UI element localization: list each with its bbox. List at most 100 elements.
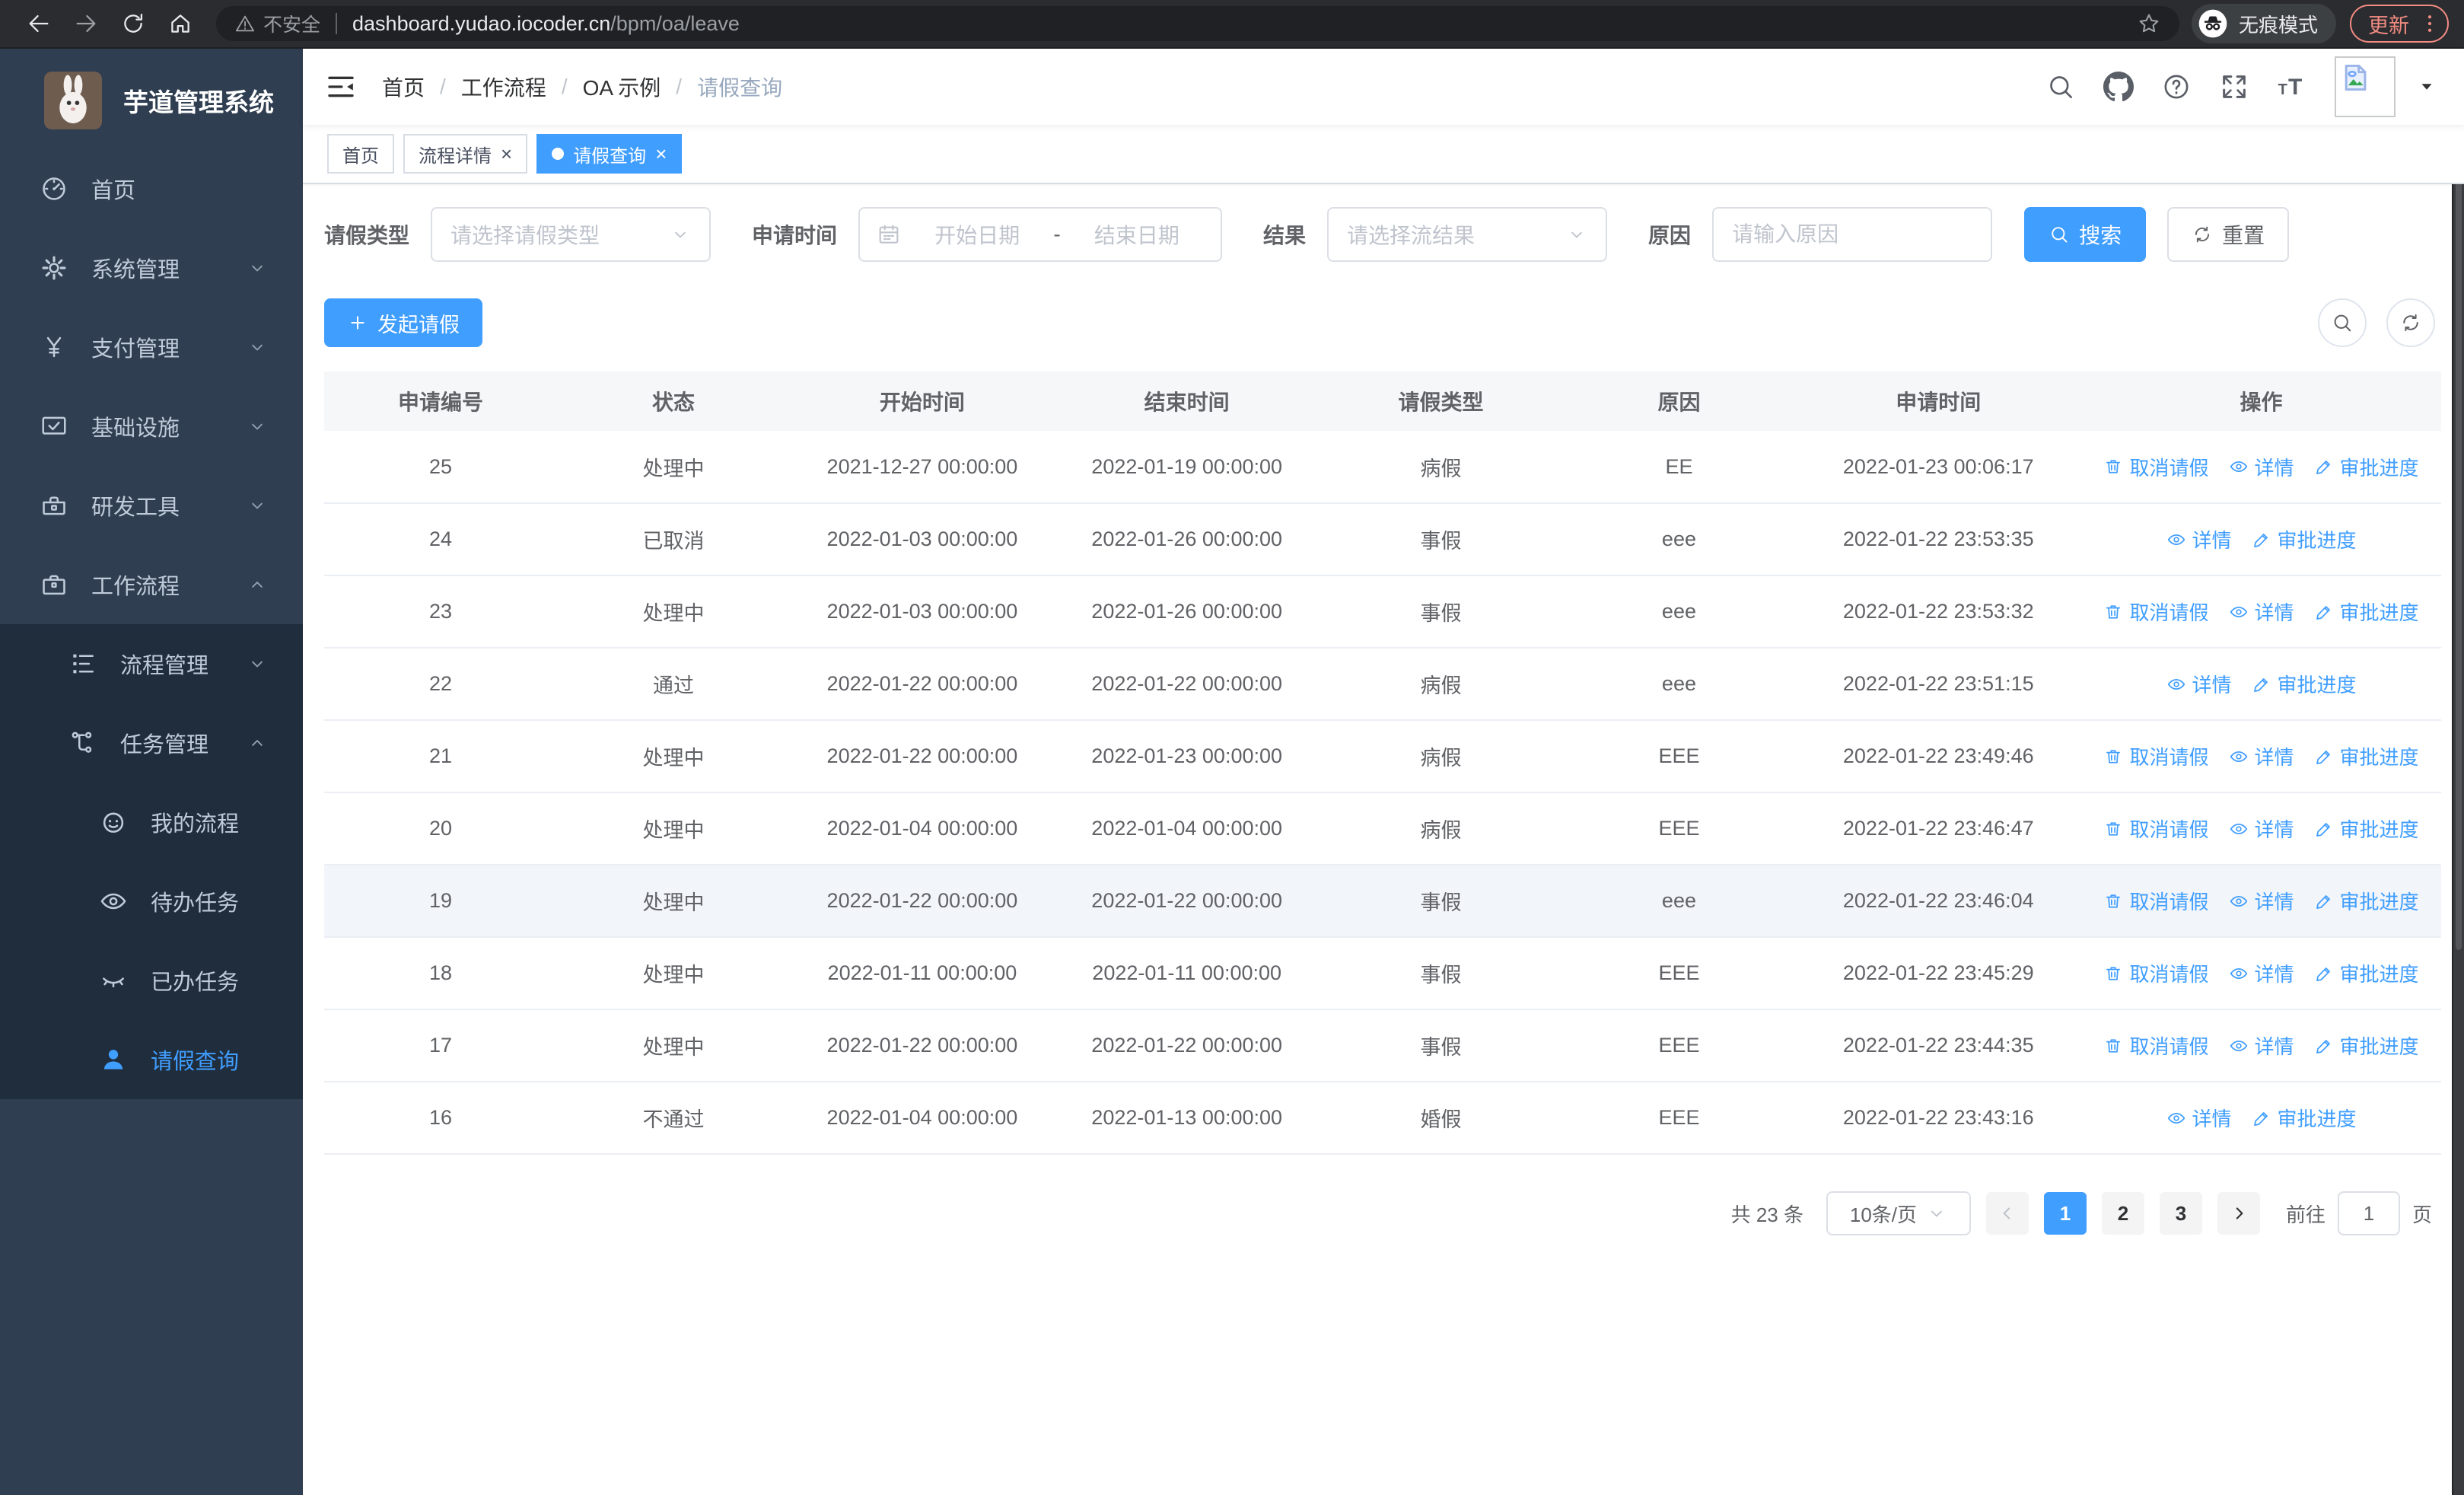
action-detail-link[interactable]: 详情 [2166, 1104, 2232, 1132]
browser-back-icon[interactable] [26, 11, 52, 37]
cell-reason: EEE [1562, 1082, 1796, 1155]
action-progress-link[interactable]: 审批进度 [2314, 742, 2419, 770]
cell-apply_time: 2022-01-22 23:44:35 [1795, 1009, 2082, 1082]
action-progress-link[interactable]: 审批进度 [2314, 1031, 2419, 1060]
action-progress-link[interactable]: 审批进度 [2252, 670, 2357, 698]
reason-input[interactable] [1712, 207, 1993, 262]
action-cancel-link[interactable]: 取消请假 [2103, 814, 2209, 843]
reset-button[interactable]: 重置 [2167, 207, 2290, 262]
action-cancel-link[interactable]: 取消请假 [2103, 598, 2209, 626]
action-cancel-link[interactable]: 取消请假 [2103, 887, 2209, 915]
cell-start_time: 2022-01-22 00:00:00 [790, 648, 1055, 721]
action-detail-link[interactable]: 详情 [2166, 670, 2232, 698]
app-logo[interactable]: 芋道管理系统 [0, 49, 303, 149]
start-date-placeholder[interactable]: 开始日期 [910, 219, 1044, 250]
next-page-button[interactable] [2217, 1192, 2260, 1235]
page-size-select[interactable]: 10条/页 [1826, 1191, 1971, 1235]
tab-home[interactable]: 首页 [327, 134, 394, 174]
browser-home-icon[interactable] [167, 11, 193, 37]
tab-process-detail[interactable]: 流程详情 × [403, 134, 528, 174]
action-detail-link[interactable]: 详情 [2229, 453, 2294, 481]
fullscreen-icon[interactable] [2219, 72, 2249, 102]
tab-close-icon[interactable]: × [655, 144, 667, 164]
tab-close-icon[interactable]: × [501, 144, 512, 164]
sidebar-item-home[interactable]: 首页 [0, 149, 303, 228]
refresh-table-button[interactable] [2386, 298, 2435, 347]
eye-icon [2229, 891, 2249, 911]
font-size-icon[interactable]: TT [2277, 72, 2307, 102]
url-bar[interactable]: 不安全 dashboard.yudao.iocoder.cn/bpm/oa/le… [216, 6, 2179, 41]
action-detail-link[interactable]: 详情 [2229, 598, 2294, 626]
action-progress-link[interactable]: 审批进度 [2314, 887, 2419, 915]
leave-type-select[interactable]: 请选择请假类型 [431, 207, 712, 262]
trash-icon [2103, 457, 2123, 477]
action-progress-link[interactable]: 审批进度 [2314, 814, 2419, 843]
action-cancel-link[interactable]: 取消请假 [2103, 742, 2209, 770]
sidebar-item-done-task[interactable]: 已办任务 [0, 941, 303, 1020]
tab-leave-query[interactable]: 请假查询 × [536, 134, 683, 174]
result-select[interactable]: 请选择流结果 [1327, 207, 1608, 262]
sidebar-item-task-mgmt[interactable]: 任务管理 [0, 703, 303, 783]
security-warning-icon[interactable] [234, 13, 256, 34]
action-cancel-link[interactable]: 取消请假 [2103, 1031, 2209, 1060]
sidebar-item-my-process[interactable]: 我的流程 [0, 783, 303, 862]
action-progress-link[interactable]: 审批进度 [2314, 598, 2419, 626]
scrollbar-thumb[interactable] [2456, 52, 2462, 950]
action-detail-link[interactable]: 详情 [2229, 959, 2294, 987]
search-icon [2331, 311, 2354, 334]
sidebar-item-infrastructure[interactable]: 基础设施 [0, 387, 303, 466]
action-detail-link[interactable]: 详情 [2229, 887, 2294, 915]
browser-update-button[interactable]: 更新 [2350, 5, 2449, 43]
search-button[interactable]: 搜索 [2024, 207, 2147, 262]
sidebar-item-system[interactable]: 系统管理 [0, 228, 303, 308]
sidebar-item-payment[interactable]: 支付管理 [0, 308, 303, 387]
action-cancel-link[interactable]: 取消请假 [2103, 453, 2209, 481]
action-progress-link[interactable]: 审批进度 [2314, 959, 2419, 987]
end-date-placeholder[interactable]: 结束日期 [1070, 219, 1204, 250]
show-search-button[interactable] [2318, 298, 2367, 347]
sidebar-item-workflow[interactable]: 工作流程 [0, 545, 303, 624]
action-detail-link[interactable]: 详情 [2166, 525, 2232, 553]
avatar-caret-icon[interactable] [2417, 77, 2437, 97]
action-progress-link[interactable]: 审批进度 [2314, 453, 2419, 481]
column-header-reason: 原因 [1562, 371, 1796, 431]
breadcrumb-item[interactable]: 工作流程 [461, 72, 546, 102]
github-icon[interactable] [2103, 72, 2134, 102]
cell-ops: 详情 审批进度 [2081, 648, 2441, 721]
browser-reload-icon[interactable] [120, 11, 146, 37]
page-button-3[interactable]: 3 [2159, 1192, 2202, 1235]
cell-id: 16 [324, 1082, 558, 1155]
sidebar-item-todo-task[interactable]: 待办任务 [0, 862, 303, 941]
url-text[interactable]: dashboard.yudao.iocoder.cn/bpm/oa/leave [352, 12, 740, 36]
sidebar-item-leave-query[interactable]: 请假查询 [0, 1020, 303, 1099]
breadcrumb-item[interactable]: 首页 [382, 72, 425, 102]
browser-menu-icon[interactable] [2418, 12, 2441, 35]
sidebar-item-devtools[interactable]: 研发工具 [0, 466, 303, 545]
action-progress-link[interactable]: 审批进度 [2252, 525, 2357, 553]
page-button-2[interactable]: 2 [2101, 1192, 2144, 1235]
cell-start_time: 2022-01-22 00:00:00 [790, 1009, 1055, 1082]
sidebar-item-process-mgmt[interactable]: 流程管理 [0, 624, 303, 703]
sidebar-item-label: 请假查询 [151, 1050, 240, 1074]
table-row-17: 17 处理中 2022-01-22 00:00:00 2022-01-22 00:00… [324, 1009, 2441, 1082]
eye-icon [2229, 819, 2249, 839]
help-icon[interactable] [2161, 72, 2192, 102]
header-search-icon[interactable] [2045, 72, 2076, 102]
action-detail-link[interactable]: 详情 [2229, 742, 2294, 770]
user-avatar[interactable] [2335, 56, 2396, 117]
security-label[interactable]: 不安全 [263, 10, 320, 37]
action-cancel-link[interactable]: 取消请假 [2103, 959, 2209, 987]
breadcrumb-item[interactable]: OA 示例 [583, 72, 661, 102]
sidebar-collapse-icon[interactable] [326, 72, 356, 102]
page-button-1[interactable]: 1 [2043, 1192, 2087, 1235]
os-scrollbar[interactable] [2452, 49, 2464, 1495]
apply-time-range-picker[interactable]: 开始日期 - 结束日期 [858, 207, 1223, 262]
goto-page-input[interactable] [2337, 1191, 2400, 1235]
bookmark-star-icon[interactable] [2137, 11, 2161, 36]
browser-forward-icon[interactable] [73, 11, 99, 37]
create-leave-button[interactable]: 发起请假 [324, 298, 482, 347]
prev-page-button[interactable] [1985, 1192, 2029, 1235]
action-progress-link[interactable]: 审批进度 [2252, 1104, 2357, 1132]
action-detail-link[interactable]: 详情 [2229, 814, 2294, 843]
action-detail-link[interactable]: 详情 [2229, 1031, 2294, 1060]
